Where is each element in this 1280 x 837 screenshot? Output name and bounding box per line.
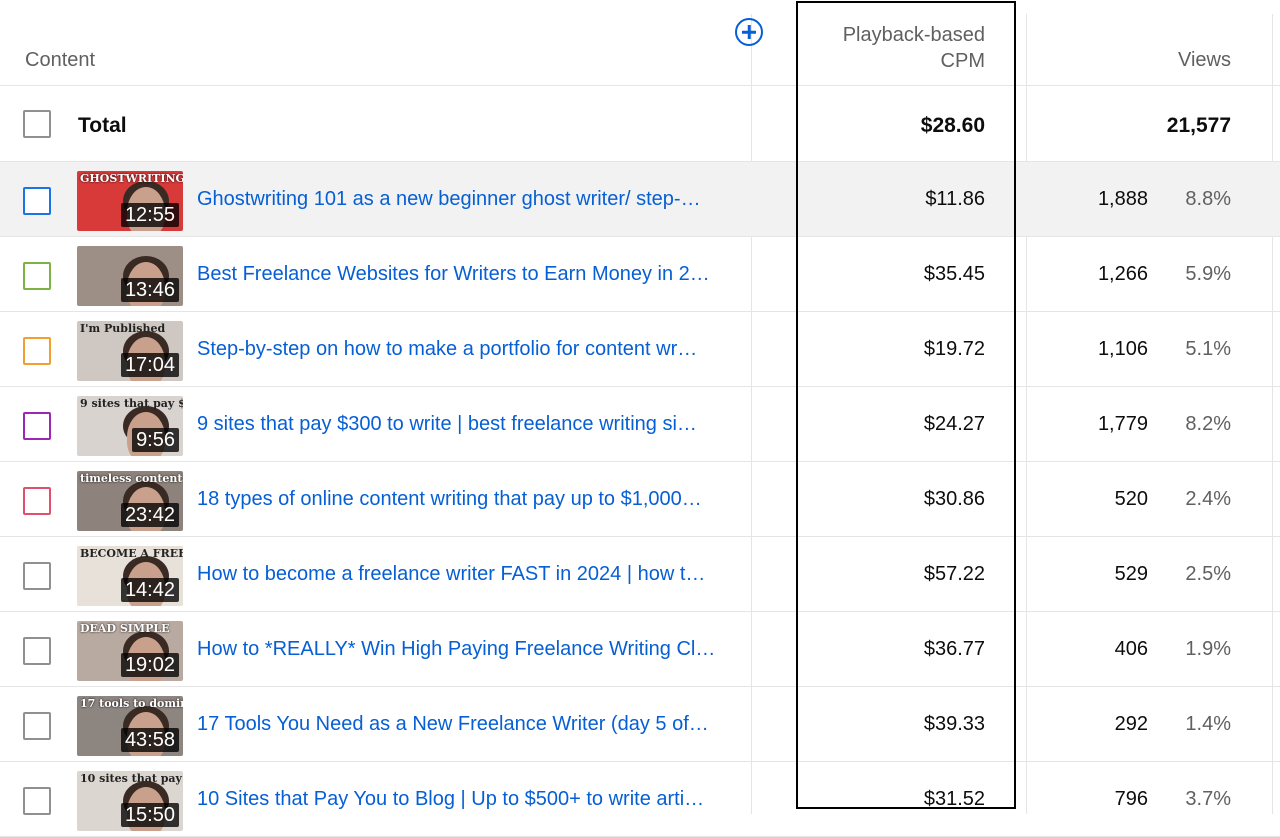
video-duration: 9:56	[132, 428, 179, 452]
analytics-content-table: Content Playback-based CPM Views Total $…	[0, 0, 1280, 837]
add-metric-icon[interactable]	[735, 18, 763, 46]
thumbnail-caption: DEAD SIMPLE	[80, 622, 170, 635]
video-views: 406	[1114, 638, 1148, 660]
thumbnail-caption: timeless content typ	[80, 472, 183, 485]
row-checkbox[interactable]	[23, 337, 51, 365]
video-thumbnail[interactable]: GHOSTWRITING 101: BECO ghost 12:55	[77, 171, 183, 231]
video-cpm: $31.52	[923, 788, 985, 810]
row-checkbox[interactable]	[23, 712, 51, 740]
video-views-percent: 1.9%	[1185, 638, 1231, 660]
thumbnail-caption: I'm Published	[80, 322, 166, 335]
video-title-link[interactable]: 9 sites that pay $300 to write | best fr…	[197, 413, 742, 436]
table-header: Content Playback-based CPM Views	[0, 0, 1280, 86]
table-row[interactable]: I'm Published 17:04 Step-by-step on how …	[0, 312, 1280, 387]
thumbnail-caption: BECOME A FREELANCE 2024	[80, 547, 183, 560]
video-title-link[interactable]: Best Freelance Websites for Writers to E…	[197, 263, 742, 286]
thumbnail-caption: 9 sites that pay $300	[80, 397, 183, 410]
video-views-percent: 8.2%	[1185, 413, 1231, 435]
cpm-header-line1: Playback-based	[842, 24, 985, 46]
video-cpm: $11.86	[925, 188, 985, 210]
video-cpm: $35.45	[923, 263, 985, 285]
video-thumbnail[interactable]: timeless content typ 23:42	[77, 471, 183, 531]
thumbnail-caption: 10 sites that pay y $500	[80, 772, 183, 785]
table-row[interactable]: 13:46 Best Freelance Websites for Writer…	[0, 237, 1280, 312]
video-thumbnail[interactable]: 17 tools to dominate as a f 43:58	[77, 696, 183, 756]
row-checkbox[interactable]	[23, 487, 51, 515]
content-column-header[interactable]: Content	[25, 49, 95, 72]
video-duration: 23:42	[120, 503, 179, 527]
row-checkbox[interactable]	[23, 787, 51, 815]
video-views-percent: 5.9%	[1185, 263, 1231, 285]
video-views: 1,888	[1097, 188, 1148, 210]
views-column-header[interactable]: Views	[1178, 49, 1231, 72]
video-cpm: $36.77	[923, 638, 985, 660]
total-cpm: $28.60	[920, 114, 985, 137]
video-views: 796	[1114, 788, 1148, 810]
thumbnail-caption: 17 tools to dominate as a f	[80, 697, 183, 710]
table-row[interactable]: 17 tools to dominate as a f 43:58 17 Too…	[0, 687, 1280, 762]
row-checkbox[interactable]	[23, 637, 51, 665]
video-thumbnail[interactable]: 13:46	[77, 246, 183, 306]
total-row: Total $28.60 21,577	[0, 86, 1280, 162]
video-title-link[interactable]: 10 Sites that Pay You to Blog | Up to $5…	[197, 788, 742, 811]
total-views: 21,577	[1166, 114, 1231, 137]
thumbnail-caption: GHOSTWRITING 101: BECO ghost	[80, 172, 183, 185]
video-cpm: $30.86	[923, 488, 985, 510]
video-duration: 14:42	[120, 578, 179, 602]
cpm-header-line2: CPM	[940, 50, 985, 72]
table-row[interactable]: GHOSTWRITING 101: BECO ghost 12:55 Ghost…	[0, 162, 1280, 237]
video-title-link[interactable]: How to *REALLY* Win High Paying Freelanc…	[197, 638, 742, 661]
video-title-link[interactable]: How to become a freelance writer FAST in…	[197, 563, 742, 586]
video-cpm: $57.22	[923, 563, 985, 585]
video-views-percent: 2.4%	[1185, 488, 1231, 510]
video-views: 1,106	[1097, 338, 1148, 360]
cpm-column-header[interactable]: Playback-based CPM	[843, 22, 985, 74]
video-thumbnail[interactable]: I'm Published 17:04	[77, 321, 183, 381]
video-views-percent: 5.1%	[1185, 338, 1231, 360]
total-checkbox[interactable]	[23, 110, 51, 138]
video-views-percent: 8.8%	[1185, 188, 1231, 210]
total-label: Total	[78, 114, 127, 137]
video-title-link[interactable]: Step-by-step on how to make a portfolio …	[197, 338, 742, 361]
video-thumbnail[interactable]: DEAD SIMPLE 19:02	[77, 621, 183, 681]
row-checkbox[interactable]	[23, 412, 51, 440]
video-duration: 13:46	[120, 278, 179, 302]
video-thumbnail[interactable]: 10 sites that pay y $500 15:50	[77, 771, 183, 831]
video-views: 1,779	[1097, 413, 1148, 435]
video-duration: 43:58	[120, 728, 179, 752]
video-views-percent: 1.4%	[1185, 713, 1231, 735]
video-title-link[interactable]: 18 types of online content writing that …	[197, 488, 742, 511]
video-duration: 19:02	[120, 653, 179, 677]
video-views: 529	[1114, 563, 1148, 585]
video-views-percent: 3.7%	[1185, 788, 1231, 810]
table-row[interactable]: DEAD SIMPLE 19:02 How to *REALLY* Win Hi…	[0, 612, 1280, 687]
video-cpm: $24.27	[923, 413, 985, 435]
video-duration: 12:55	[120, 203, 179, 227]
table-row[interactable]: timeless content typ 23:42 18 types of o…	[0, 462, 1280, 537]
video-views-percent: 2.5%	[1185, 563, 1231, 585]
row-checkbox[interactable]	[23, 262, 51, 290]
video-cpm: $19.72	[923, 338, 985, 360]
row-checkbox[interactable]	[23, 562, 51, 590]
video-thumbnail[interactable]: BECOME A FREELANCE 2024 14:42	[77, 546, 183, 606]
video-thumbnail[interactable]: 9 sites that pay $300 9:56	[77, 396, 183, 456]
table-row[interactable]: 10 sites that pay y $500 15:50 10 Sites …	[0, 762, 1280, 837]
video-views: 520	[1114, 488, 1148, 510]
video-views: 1,266	[1097, 263, 1148, 285]
video-cpm: $39.33	[923, 713, 985, 735]
video-duration: 15:50	[120, 803, 179, 827]
video-title-link[interactable]: 17 Tools You Need as a New Freelance Wri…	[197, 713, 742, 736]
video-title-link[interactable]: Ghostwriting 101 as a new beginner ghost…	[197, 188, 742, 211]
video-duration: 17:04	[120, 353, 179, 377]
table-row[interactable]: BECOME A FREELANCE 2024 14:42 How to bec…	[0, 537, 1280, 612]
video-views: 292	[1114, 713, 1148, 735]
row-checkbox[interactable]	[23, 187, 51, 215]
table-row[interactable]: 9 sites that pay $300 9:56 9 sites that …	[0, 387, 1280, 462]
